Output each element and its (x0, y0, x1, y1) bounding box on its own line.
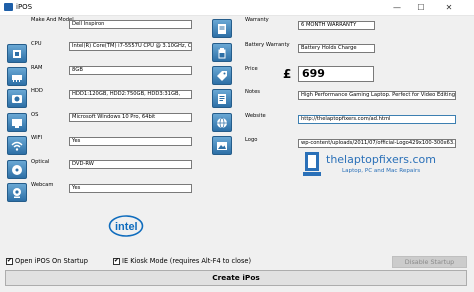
ram-icon (7, 67, 27, 86)
battery-warranty-field[interactable]: Battery Holds Charge (298, 44, 375, 53)
check-mark-icon: ✔ (114, 257, 120, 264)
hdd-field[interactable]: HDD1:120GB, HDD2:750GB, HDD3:31GB, (69, 90, 192, 99)
optical-field[interactable]: DVD-RW (69, 160, 192, 169)
currency-symbol: £ (283, 67, 292, 81)
notes-label: Notes (245, 89, 260, 95)
os-icon (7, 113, 27, 132)
webcam-field[interactable]: Yes (69, 184, 192, 193)
logo-path-field[interactable]: wp-content/uploads/2011/07/official-Logo… (298, 139, 456, 148)
optical-disc-icon (7, 160, 27, 179)
price-label: Price (245, 66, 258, 72)
logo-tagline: Laptop, PC and Mac Repairs (342, 168, 421, 174)
cpu-icon (7, 44, 27, 63)
kiosk-mode-label: IE Kiosk Mode (requires Alt-F4 to close) (122, 257, 252, 265)
wifi-icon (7, 136, 27, 155)
os-field[interactable]: Microsoft Windows 10 Pro, 64bit (69, 113, 192, 122)
optical-label: Optical (31, 159, 50, 165)
battery-icon (212, 43, 232, 62)
ram-field[interactable]: 8GB (69, 66, 192, 75)
cpu-label: CPU (31, 41, 42, 47)
os-label: OS (31, 112, 39, 118)
webcam-label: Webcam (31, 182, 54, 188)
check-mark-icon: ✔ (7, 257, 13, 264)
intel-wordmark: intel (115, 221, 138, 233)
price-tag-icon (212, 66, 232, 85)
kiosk-mode-checkbox[interactable]: ✔ (113, 257, 120, 265)
intel-logo: intel (108, 215, 144, 237)
logo-wordmark: thelaptopfixers.com (326, 153, 436, 166)
close-button[interactable]: ✕ (438, 0, 460, 15)
minimize-button[interactable]: — (386, 0, 408, 15)
ram-label: RAM (31, 65, 43, 71)
notes-field[interactable]: High Performance Gaming Laptop. Perfect … (298, 91, 456, 100)
make-model-field[interactable]: Dell Inspiron (69, 20, 192, 29)
open-on-startup-checkbox[interactable]: ✔ (6, 257, 13, 265)
laptop-logo-icon (303, 152, 321, 176)
disable-startup-button[interactable]: Disable Startup (392, 256, 467, 268)
create-ipos-button[interactable]: Create iPos (5, 270, 467, 286)
warranty-field[interactable]: 6 MONTH WARRANTY (298, 21, 375, 30)
app-icon (4, 3, 13, 11)
maximize-button[interactable]: ☐ (410, 0, 432, 15)
open-on-startup-label: Open iPOS On Startup (15, 257, 88, 265)
website-label: Website (245, 113, 266, 119)
logo-preview: thelaptopfixers.com Laptop, PC and Mac R… (300, 148, 460, 184)
window-title: iPOS (16, 3, 33, 11)
make-model-label: Make And Model (31, 17, 74, 23)
wifi-field[interactable]: Yes (69, 137, 192, 146)
hdd-icon (7, 89, 27, 108)
website-field[interactable]: http://thelaptopfixers.com/ad.html (298, 115, 456, 124)
notes-icon (212, 89, 232, 108)
website-globe-icon (212, 113, 232, 132)
webcam-icon (7, 183, 27, 202)
price-field[interactable]: 699 (298, 66, 374, 82)
logo-label: Logo (245, 137, 258, 143)
title-bar: iPOS — ☐ ✕ (0, 0, 474, 16)
battery-warranty-label: Battery Warranty (245, 42, 290, 48)
cpu-field[interactable]: Intel(R) Core(TM) i7-5557U CPU @ 3.10GHz… (69, 42, 192, 51)
hdd-label: HDD (31, 88, 43, 94)
wifi-label: WIFI (31, 135, 43, 141)
logo-image-icon (212, 136, 232, 155)
warranty-label: Warranty (245, 17, 269, 23)
warranty-certificate-icon (212, 19, 232, 38)
